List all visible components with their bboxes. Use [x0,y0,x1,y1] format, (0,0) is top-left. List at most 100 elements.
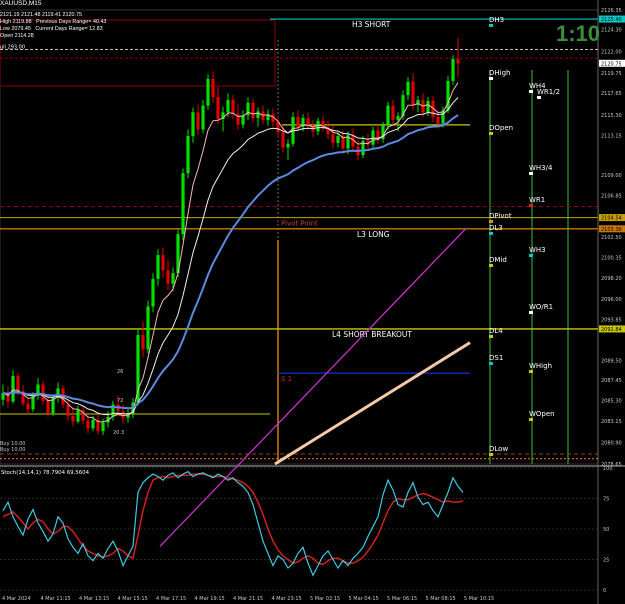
level-marker [529,311,533,314]
l3-long-label: L3 LONG [357,230,390,239]
candle-body [251,102,255,119]
candle-body [151,278,155,307]
price-tick-label: 2115.30 [601,113,622,119]
price-tick-label: 2119.75 [601,71,622,77]
level-marker [489,335,493,338]
right-level-label: WO/R1 [529,303,553,311]
stoch-axis-label: 0 [603,588,606,594]
level-marker [529,172,533,175]
price-tick-label: 2083.15 [601,419,622,425]
price-tick-label: 2126.35 [601,8,622,14]
candle-body [201,105,205,130]
price-tick-label: 2113.15 [601,134,622,140]
candle-body [286,143,290,148]
candle-body [281,132,285,148]
time-tick-label: 5 Mar 04:15 [349,596,379,602]
time-tick-label: 4 Mar 19:15 [195,596,225,602]
price-tick-label: 2080.90 [601,441,622,447]
candle-body [161,255,165,271]
candle-body [411,81,415,105]
price-tag-label: 2125.40 [601,17,622,23]
right-level-label: WHigh [529,362,552,370]
time-tick-label: 5 Mar 06:15 [387,596,417,602]
price-chart[interactable]: H3 SHORT L3 LONG L4 SHORT BREAKOUT Pivot Po… [0,0,625,604]
candle-body [16,375,20,392]
candle-body [426,100,430,113]
candle-body [436,117,440,124]
candle-body [26,403,30,410]
right-level-label: DH3 [489,16,504,24]
right-level-label: WR1 [529,196,545,204]
right-level-label: WH3 [529,246,546,254]
candle-body [156,255,160,279]
candle-body [336,136,340,143]
candle-body [396,116,400,120]
info-line-ohlc: 2121.19 2121.48 2119.41 2120.75 [0,12,83,18]
h3-short-label: H3 SHORT [352,20,391,29]
order-label: Buy 10.00 [0,447,25,453]
time-tick-label: 5 Mar 02:15 [310,596,340,602]
level-marker [537,96,541,99]
level-marker [489,264,493,267]
level-marker [489,24,493,27]
time-tick-label: 5 Mar 08:15 [426,596,456,602]
candle-body [261,111,265,120]
candle-body [196,112,200,130]
price-tick-label: 2100.35 [601,255,622,261]
info-line-open: Open 2114.28 [0,33,34,39]
price-tag-label: 2092.84 [601,327,622,333]
candle-body [216,97,220,119]
price-tick-label: 2087.45 [601,378,622,384]
price-tick-label: 2098.20 [601,276,622,282]
window-title: XAUUSD,M15 [0,0,42,7]
right-level-label: DL4 [489,327,503,335]
price-tag-label: 2103.36 [601,227,622,233]
right-level-label: WR1/2 [537,88,560,96]
price-tick-label: 2085.30 [601,399,622,405]
candle-body [386,105,390,126]
candle-body [331,134,335,143]
level-marker [489,453,493,456]
candle-body [91,419,95,429]
right-level-label: DMid [489,256,507,264]
level-marker [489,220,493,223]
candle-body [146,306,150,350]
level-marker [489,232,493,235]
candle-body [211,79,215,98]
price-tick-label: 2089.50 [601,359,622,365]
right-level-label: DLow [489,445,508,453]
right-level-label: DHigh [489,69,510,77]
price-tag-label: 2104.54 [601,216,622,222]
price-tick-label: 2106.85 [601,194,622,200]
candle-body [141,335,145,350]
candle-body [256,111,260,119]
stoch-axis-label: 75 [603,497,609,503]
info-line-high: High 2119.88 Previous Days Range= 40.43 [0,19,107,25]
price-tick-label: 2102.50 [601,235,622,241]
candle-body [76,410,80,422]
candle-body [371,130,375,145]
marker-label: 20.3 [113,430,124,436]
candle-body [66,404,70,416]
price-tick-label: 2109.00 [601,173,622,179]
level-marker [489,77,493,80]
level-marker [529,370,533,373]
order-label: ull 293.00 [0,44,25,50]
candle-body [181,173,185,235]
stoch-axis-label: 25 [603,558,609,564]
time-tick-label: 4 Mar 15:15 [118,596,148,602]
level-marker [529,254,533,257]
time-tick-label: 5 Mar 10:15 [464,596,494,602]
time-tick-label: 4 Mar 2024 [2,596,31,602]
candle-body [41,384,45,401]
time-tick-label: 4 Mar 11:15 [41,596,71,602]
candle-body [166,270,170,284]
candle-body [101,422,105,432]
marker-label: 26 [117,369,123,375]
time-tick-label: 4 Mar 17:15 [156,596,186,602]
candle-body [206,79,210,106]
price-tick-label: 2093.85 [601,317,622,323]
time-tick-label: 4 Mar 21:15 [233,596,263,602]
candle-body [71,415,75,422]
price-tag-label: 2120.75 [601,61,622,67]
